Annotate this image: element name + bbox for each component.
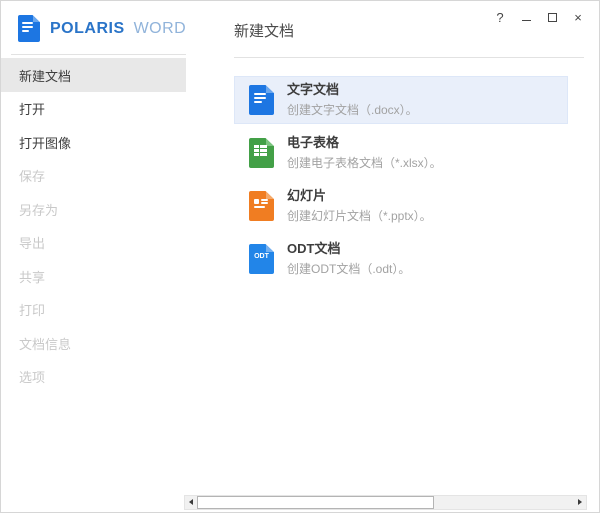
maximize-button[interactable] <box>539 7 565 27</box>
polaris-logo-icon <box>18 15 40 42</box>
sidebar-item-export: 导出 <box>1 226 186 260</box>
minimize-button[interactable] <box>513 7 539 27</box>
spreadsheet-icon <box>249 138 274 168</box>
brand-secondary: WORD <box>134 20 187 37</box>
doc-type-subtitle: 创建幻灯片文档（*.pptx）。 <box>287 207 432 224</box>
sidebar-item-open[interactable]: 打开 <box>1 92 186 126</box>
doc-type-title: 文字文档 <box>287 82 418 97</box>
scroll-left-arrow-icon[interactable] <box>189 499 193 505</box>
close-button[interactable]: × <box>565 7 591 27</box>
sidebar-item-new-document[interactable]: 新建文档 <box>1 58 186 92</box>
sidebar-item-print: 打印 <box>1 293 186 327</box>
brand-text: POLARIS WORD <box>50 20 186 38</box>
header: POLARIS WORD 新建文档 ? × <box>1 1 599 57</box>
word-doc-icon <box>249 85 274 115</box>
sidebar-item-share: 共享 <box>1 260 186 294</box>
sidebar-item-save-as: 另存为 <box>1 193 186 227</box>
sidebar-item-options: 选项 <box>1 360 186 394</box>
doc-type-odt-document[interactable]: ODT ODT文档 创建ODT文档（.odt）。 <box>234 235 568 283</box>
header-divider-left <box>11 54 186 55</box>
doc-type-word-document[interactable]: 文字文档 创建文字文档（.docx）。 <box>234 76 568 124</box>
page-title: 新建文档 <box>234 20 294 41</box>
doc-type-spreadsheet[interactable]: 电子表格 创建电子表格文档（*.xlsx）。 <box>234 129 568 177</box>
doc-type-subtitle: 创建ODT文档（.odt）。 <box>287 260 410 277</box>
sidebar-item-open-image[interactable]: 打开图像 <box>1 126 186 160</box>
window-controls: ? × <box>487 7 591 27</box>
maximize-icon <box>548 13 557 22</box>
odt-doc-icon: ODT <box>249 244 274 274</box>
doc-type-slides[interactable]: 幻灯片 创建幻灯片文档（*.pptx）。 <box>234 182 568 230</box>
doc-type-subtitle: 创建电子表格文档（*.xlsx）。 <box>287 154 442 171</box>
polaris-word-window: POLARIS WORD 新建文档 ? × 新建文档 打开 打开图像 保存 另存… <box>0 0 600 513</box>
brand-primary: POLARIS <box>50 20 125 37</box>
scrollbar-thumb[interactable] <box>197 496 434 509</box>
sidebar-item-save: 保存 <box>1 159 186 193</box>
new-document-type-list: 文字文档 创建文字文档（.docx）。 电子表格 创建电子表格文档（*.xlsx… <box>234 76 568 288</box>
sidebar: 新建文档 打开 打开图像 保存 另存为 导出 共享 打印 文档信息 选项 <box>1 58 186 394</box>
odt-badge: ODT <box>252 253 271 260</box>
minimize-icon <box>522 20 531 21</box>
help-button[interactable]: ? <box>487 7 513 27</box>
scroll-right-arrow-icon[interactable] <box>578 499 582 505</box>
sidebar-item-document-info: 文档信息 <box>1 327 186 361</box>
doc-type-title: 电子表格 <box>287 135 442 150</box>
doc-type-title: 幻灯片 <box>287 188 432 203</box>
header-divider-right <box>234 57 584 58</box>
doc-type-title: ODT文档 <box>287 241 410 256</box>
brand: POLARIS WORD <box>18 15 186 42</box>
doc-type-subtitle: 创建文字文档（.docx）。 <box>287 101 418 118</box>
slides-icon <box>249 191 274 221</box>
horizontal-scrollbar[interactable] <box>184 495 587 510</box>
